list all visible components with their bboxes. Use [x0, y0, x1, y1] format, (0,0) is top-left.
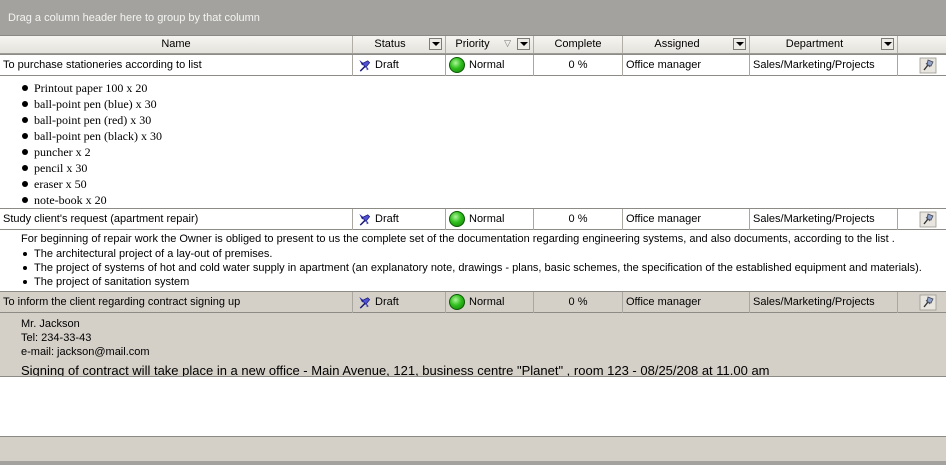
grid-header: Name Status Priority ▽ Complete Assigned…	[0, 36, 946, 54]
cell-assigned: Office manager	[623, 292, 750, 313]
row-preview: Mr. Jackson Tel: 234-33-43 e-mail: jacks…	[0, 313, 946, 378]
table-row[interactable]: To purchase stationeries according to li…	[0, 54, 946, 76]
documents-list: The architectural project of a lay-out o…	[21, 247, 922, 289]
pushpin-icon[interactable]	[919, 294, 937, 311]
contact-name: Mr. Jackson	[21, 318, 80, 330]
column-header-department-label: Department	[785, 38, 844, 50]
green-ball-icon	[449, 57, 465, 73]
row-preview: Printout paper 100 x 20 ball-point pen (…	[0, 76, 946, 208]
column-header-priority[interactable]: Priority ▽	[446, 36, 534, 53]
draft-pin-icon	[358, 213, 371, 226]
draft-pin-icon	[358, 59, 371, 72]
cell-status: Draft	[353, 55, 446, 76]
preview-intro: For beginning of repair work the Owner i…	[21, 233, 895, 245]
draft-pin-icon	[358, 296, 371, 309]
column-header-complete[interactable]: Complete	[534, 36, 623, 53]
cell-name: To inform the client regarding contract …	[0, 292, 353, 313]
cell-name: To purchase stationeries according to li…	[0, 55, 353, 76]
list-item: ball-point pen (blue) x 30	[22, 96, 162, 112]
contact-phone: Tel: 234-33-43	[21, 332, 92, 344]
cell-department: Sales/Marketing/Projects	[750, 209, 898, 230]
list-item: pencil x 30	[22, 160, 162, 176]
table-row[interactable]: Study client's request (apartment repair…	[0, 208, 946, 230]
cell-attachment[interactable]	[898, 292, 946, 313]
green-ball-icon	[449, 294, 465, 310]
column-header-status-label: Status	[374, 38, 406, 50]
cell-complete: 0 %	[534, 55, 623, 76]
cell-priority: Normal	[446, 55, 534, 76]
column-header-assigned[interactable]: Assigned	[623, 36, 750, 53]
list-item: Printout paper 100 x 20	[22, 80, 162, 96]
column-header-complete-label: Complete	[554, 38, 602, 50]
column-header-name[interactable]: Name	[0, 36, 353, 53]
column-header-department[interactable]: Department	[750, 36, 898, 53]
list-item: note-book x 20	[22, 192, 162, 208]
column-header-status[interactable]: Status	[353, 36, 446, 53]
list-item: ball-point pen (red) x 30	[22, 112, 162, 128]
list-item: The project of systems of hot and cold w…	[21, 261, 922, 275]
stationery-list: Printout paper 100 x 20 ball-point pen (…	[22, 80, 162, 208]
list-item: eraser x 50	[22, 176, 162, 192]
cell-complete: 0 %	[534, 209, 623, 230]
grid-footer	[0, 436, 946, 461]
cell-department: Sales/Marketing/Projects	[750, 55, 898, 76]
pushpin-icon[interactable]	[919, 57, 937, 74]
column-header-attachment[interactable]	[898, 36, 946, 53]
cell-assigned: Office manager	[623, 209, 750, 230]
status-filter-dropdown[interactable]	[429, 38, 442, 50]
bottom-border	[0, 461, 946, 465]
cell-attachment[interactable]	[898, 209, 946, 230]
column-header-name-label: Name	[161, 38, 191, 50]
list-item: puncher x 2	[22, 144, 162, 160]
column-header-assigned-label: Assigned	[654, 38, 700, 50]
contact-email: e-mail: jackson@mail.com	[21, 346, 150, 358]
cell-attachment[interactable]	[898, 55, 946, 76]
cell-department: Sales/Marketing/Projects	[750, 292, 898, 313]
cell-status: Draft	[353, 292, 446, 313]
priority-filter-dropdown[interactable]	[517, 38, 530, 50]
department-filter-dropdown[interactable]	[881, 38, 894, 50]
cell-assigned: Office manager	[623, 55, 750, 76]
list-item: ball-point pen (black) x 30	[22, 128, 162, 144]
grid-empty-area	[0, 376, 946, 436]
assigned-filter-dropdown[interactable]	[733, 38, 746, 50]
cell-name: Study client's request (apartment repair…	[0, 209, 353, 230]
cell-priority: Normal	[446, 209, 534, 230]
column-header-priority-label: Priority	[455, 38, 490, 50]
table-row[interactable]: To inform the client regarding contract …	[0, 291, 946, 313]
sort-indicator-icon: ▽	[504, 38, 511, 48]
green-ball-icon	[449, 211, 465, 227]
pushpin-icon[interactable]	[919, 211, 937, 228]
list-item: The project of sanitation system	[21, 275, 922, 289]
cell-complete: 0 %	[534, 292, 623, 313]
row-preview: For beginning of repair work the Owner i…	[0, 230, 946, 291]
group-by-hint: Drag a column header here to group by th…	[8, 12, 260, 24]
list-item: The architectural project of a lay-out o…	[21, 247, 922, 261]
cell-status: Draft	[353, 209, 446, 230]
cell-priority: Normal	[446, 292, 534, 313]
group-by-panel[interactable]: Drag a column header here to group by th…	[0, 0, 946, 36]
